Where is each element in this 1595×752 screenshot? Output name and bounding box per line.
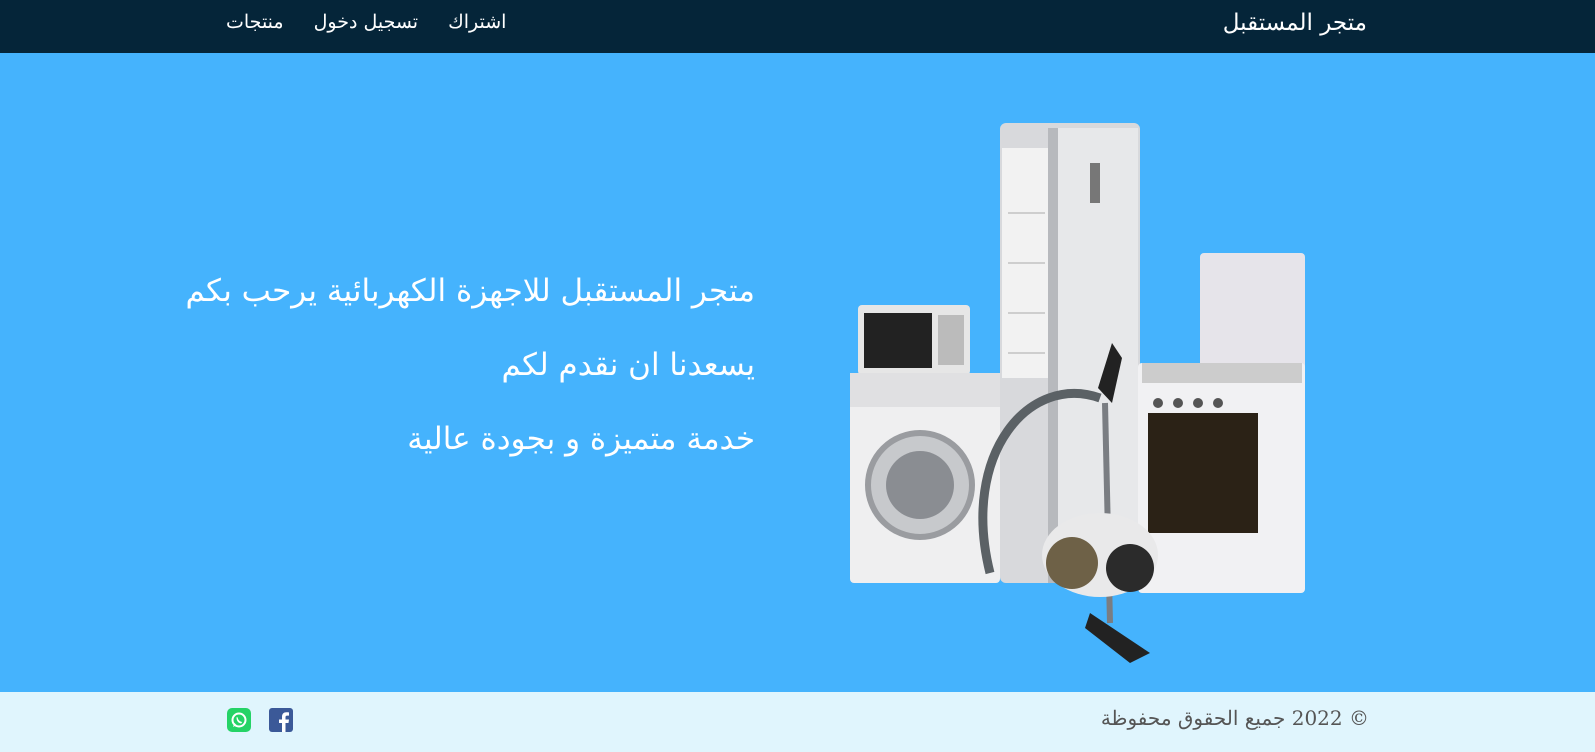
facebook-link[interactable]	[269, 708, 293, 732]
nav-link-login[interactable]: تسجيل دخول	[314, 11, 419, 33]
facebook-icon	[269, 708, 293, 732]
hero-offer-line: يسعدنا ان نقدم لكم	[501, 347, 756, 383]
microwave-image	[858, 305, 970, 375]
stove-image	[1138, 253, 1305, 593]
refrigerator-image	[1000, 123, 1140, 583]
hero-quality-line: خدمة متميزة و بجودة عالية	[407, 421, 755, 457]
nav-links: منتجات تسجيل دخول اشتراك	[226, 11, 506, 33]
brand-link[interactable]: متجر المستقبل	[1223, 10, 1367, 36]
washing-machine-image	[850, 373, 1000, 583]
nav-link-signup[interactable]: اشتراك	[448, 11, 506, 33]
hero-text: متجر المستقبل للاجهزة الكهربائية يرحب بك…	[185, 273, 756, 495]
hero-welcome-line: متجر المستقبل للاجهزة الكهربائية يرحب بك…	[185, 273, 755, 309]
appliances-image	[850, 123, 1305, 663]
whatsapp-link[interactable]	[227, 708, 251, 732]
hero-section: متجر المستقبل للاجهزة الكهربائية يرحب بك…	[0, 53, 1595, 692]
nav-link-products[interactable]: منتجات	[226, 11, 284, 33]
copyright-text: © 2022 جميع الحقوق محفوظة	[1100, 706, 1369, 730]
whatsapp-icon	[227, 708, 251, 732]
social-links	[227, 708, 293, 732]
footer: © 2022 جميع الحقوق محفوظة	[0, 692, 1595, 752]
navbar: متجر المستقبل منتجات تسجيل دخول اشتراك	[0, 0, 1595, 53]
